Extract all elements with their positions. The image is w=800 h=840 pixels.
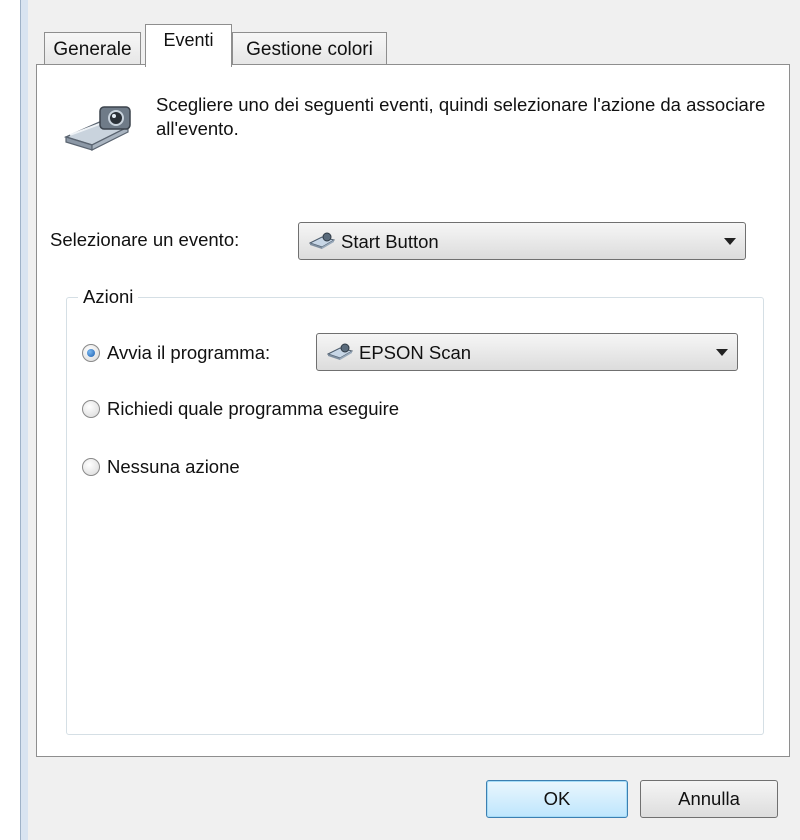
event-dropdown[interactable]: Start Button bbox=[298, 222, 746, 260]
tab-eventi[interactable]: Eventi bbox=[145, 24, 232, 67]
radio-button[interactable] bbox=[82, 458, 100, 476]
radio-button[interactable] bbox=[82, 400, 100, 418]
radio-start-program-label: Avvia il programma: bbox=[107, 342, 271, 363]
tab-gestione-colori[interactable]: Gestione colori bbox=[232, 32, 387, 65]
chevron-down-icon bbox=[724, 238, 736, 245]
tab-generale[interactable]: Generale bbox=[44, 32, 141, 65]
radio-no-action-label: Nessuna azione bbox=[107, 456, 240, 477]
scanner-camera-icon bbox=[63, 106, 131, 151]
radio-start-program[interactable]: Avvia il programma: bbox=[82, 342, 270, 364]
cancel-button[interactable]: Annulla bbox=[640, 780, 778, 818]
radio-button[interactable] bbox=[82, 344, 100, 362]
chevron-down-icon bbox=[716, 349, 728, 356]
radio-ask-program[interactable]: Richiedi quale programma eseguire bbox=[82, 398, 399, 420]
program-dropdown[interactable]: EPSON Scan bbox=[316, 333, 738, 371]
scanner-icon bbox=[309, 232, 335, 249]
radio-ask-program-label: Richiedi quale programma eseguire bbox=[107, 398, 400, 419]
ok-button[interactable]: OK bbox=[486, 780, 628, 818]
event-select-label: Selezionare un evento: bbox=[50, 229, 240, 250]
program-dropdown-value: EPSON Scan bbox=[359, 342, 472, 363]
scanner-icon bbox=[327, 343, 353, 360]
radio-no-action[interactable]: Nessuna azione bbox=[82, 456, 240, 478]
event-dropdown-value: Start Button bbox=[341, 231, 439, 252]
intro-text: Scegliere uno dei seguenti eventi, quind… bbox=[156, 94, 766, 139]
actions-legend: Azioni bbox=[78, 286, 139, 308]
